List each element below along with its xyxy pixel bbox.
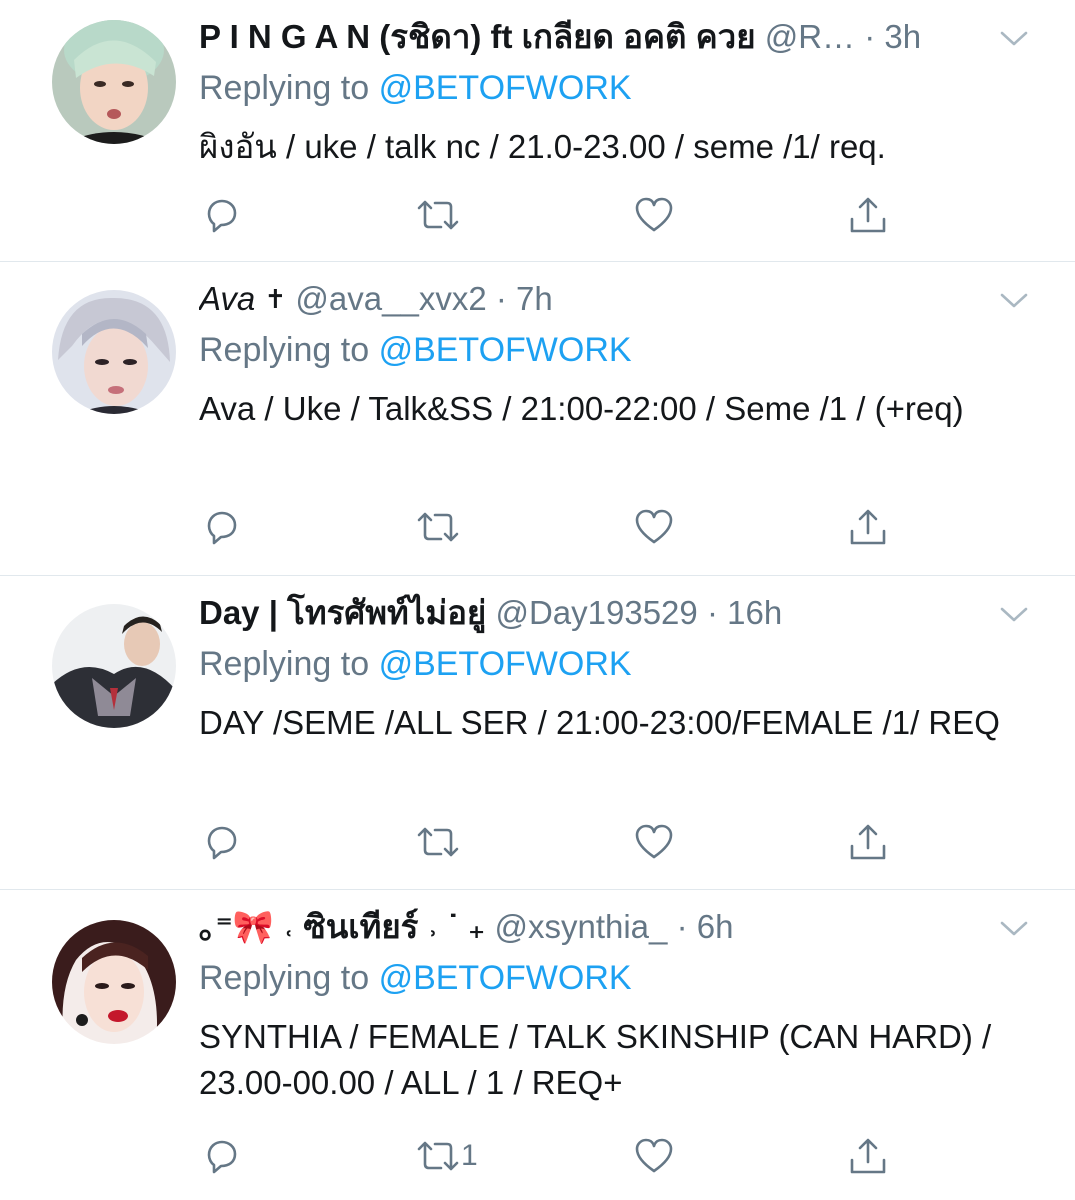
avatar[interactable] xyxy=(52,290,176,414)
like-button[interactable] xyxy=(633,193,675,237)
separator-dot: · xyxy=(864,18,876,55)
mention-link[interactable]: @BETOFWORK xyxy=(379,645,632,683)
retweet-button[interactable] xyxy=(415,193,461,237)
tweet-header: ｡⁼🎀 ˓ ซินเทียร์ ˒ ˙ ₊ @xsynthia_ · 6h xyxy=(199,904,1035,950)
user-handle[interactable]: @Day193529 xyxy=(495,594,697,631)
reply-icon xyxy=(207,1140,237,1174)
tweet-actions xyxy=(199,505,899,549)
replying-to-label: Replying to xyxy=(199,69,370,107)
timestamp[interactable]: 7h xyxy=(516,280,553,317)
reply-button[interactable] xyxy=(201,505,241,549)
tweet-actions xyxy=(199,193,899,237)
retweet-button[interactable] xyxy=(415,505,461,549)
replying-to-line: Replying to @BETOFWORK xyxy=(199,328,1035,372)
chevron-down-icon[interactable] xyxy=(999,606,1029,629)
heart-icon xyxy=(635,509,673,544)
separator-dot: · xyxy=(676,908,688,945)
timestamp[interactable]: 3h xyxy=(884,18,921,55)
tweet-actions xyxy=(199,820,899,864)
replying-to-label: Replying to xyxy=(199,645,370,683)
mention-link[interactable]: @BETOFWORK xyxy=(379,69,632,107)
display-name[interactable]: Day | โทรศัพท์ไม่อยู่ xyxy=(199,594,486,631)
heart-icon xyxy=(635,197,673,232)
tweet-text: ผิงอัน / uke / talk nc / 21.0-23.00 / se… xyxy=(199,128,886,165)
chevron-down-icon[interactable] xyxy=(999,30,1029,53)
chevron-down-icon[interactable] xyxy=(999,292,1029,315)
timestamp[interactable]: 6h xyxy=(697,908,734,945)
tweet[interactable]: Ava ✝ @ava__xvx2 · 7h Replying to @BETOF… xyxy=(0,262,1075,576)
heart-icon xyxy=(635,824,673,859)
display-name[interactable]: P I N G A N (รชิดา) ft เกลียด อคติ ควย xyxy=(199,18,756,55)
tweet[interactable]: Day | โทรศัพท์ไม่อยู่ @Day193529 · 16h R… xyxy=(0,576,1075,890)
retweet-icon xyxy=(417,512,459,542)
user-handle[interactable]: @ava__xvx2 xyxy=(295,280,486,317)
reply-button[interactable] xyxy=(201,1134,241,1178)
tweet-actions: 1 xyxy=(199,1134,899,1178)
tweet-text: SYNTHIA / FEMALE / TALK SKINSHIP (CAN HA… xyxy=(199,1018,992,1101)
mention-link[interactable]: @BETOFWORK xyxy=(379,331,632,369)
reply-icon xyxy=(207,199,237,233)
tweet-text: DAY /SEME /ALL SER / 21:00-23:00/FEMALE … xyxy=(199,704,1000,741)
like-button[interactable] xyxy=(633,820,675,864)
user-handle[interactable]: @xsynthia_ xyxy=(494,908,667,945)
replying-to-line: Replying to @BETOFWORK xyxy=(199,956,1035,1000)
retweet-icon xyxy=(417,827,459,857)
tweet[interactable]: ｡⁼🎀 ˓ ซินเทียร์ ˒ ˙ ₊ @xsynthia_ · 6h Re… xyxy=(0,890,1075,1200)
display-name[interactable]: Ava xyxy=(199,280,255,317)
reply-button[interactable] xyxy=(201,193,241,237)
share-icon xyxy=(850,824,886,860)
share-icon xyxy=(850,197,886,233)
retweet-button[interactable]: 1 xyxy=(415,1134,478,1178)
replying-to-line: Replying to @BETOFWORK xyxy=(199,642,1035,686)
replying-to-label: Replying to xyxy=(199,331,370,369)
tweet[interactable]: P I N G A N (รชิดา) ft เกลียด อคติ ควย @… xyxy=(0,0,1075,262)
share-icon xyxy=(850,509,886,545)
tweet-header: P I N G A N (รชิดา) ft เกลียด อคติ ควย @… xyxy=(199,14,1035,60)
replying-to-label: Replying to xyxy=(199,959,370,997)
avatar[interactable] xyxy=(52,920,176,1044)
share-button[interactable] xyxy=(847,193,889,237)
retweet-count: 1 xyxy=(461,1139,478,1172)
like-button[interactable] xyxy=(633,1134,675,1178)
tweet-header: Ava ✝ @ava__xvx2 · 7h xyxy=(199,276,1035,322)
retweet-icon xyxy=(417,1141,459,1171)
timestamp[interactable]: 16h xyxy=(727,594,782,631)
heart-icon xyxy=(635,1138,673,1173)
mention-link[interactable]: @BETOFWORK xyxy=(379,959,632,997)
user-handle[interactable]: @R… xyxy=(765,18,855,55)
name-badge: ✝ xyxy=(264,284,287,314)
reply-icon xyxy=(207,511,237,545)
chevron-down-icon[interactable] xyxy=(999,920,1029,943)
reply-button[interactable] xyxy=(201,820,241,864)
like-button[interactable] xyxy=(633,505,675,549)
share-icon xyxy=(850,1138,886,1174)
separator-dot: · xyxy=(495,280,507,317)
share-button[interactable] xyxy=(847,505,889,549)
avatar[interactable] xyxy=(52,604,176,728)
retweet-icon xyxy=(417,200,459,230)
separator-dot: · xyxy=(706,594,718,631)
retweet-button[interactable] xyxy=(415,820,461,864)
reply-icon xyxy=(207,826,237,860)
share-button[interactable] xyxy=(847,1134,889,1178)
tweet-text: Ava / Uke / Talk&SS / 21:00-22:00 / Seme… xyxy=(199,390,964,427)
avatar[interactable] xyxy=(52,20,176,144)
replying-to-line: Replying to @BETOFWORK xyxy=(199,66,1035,110)
share-button[interactable] xyxy=(847,820,889,864)
display-name[interactable]: ｡⁼🎀 ˓ ซินเทียร์ ˒ ˙ ₊ xyxy=(199,908,485,945)
tweet-header: Day | โทรศัพท์ไม่อยู่ @Day193529 · 16h xyxy=(199,590,1035,636)
